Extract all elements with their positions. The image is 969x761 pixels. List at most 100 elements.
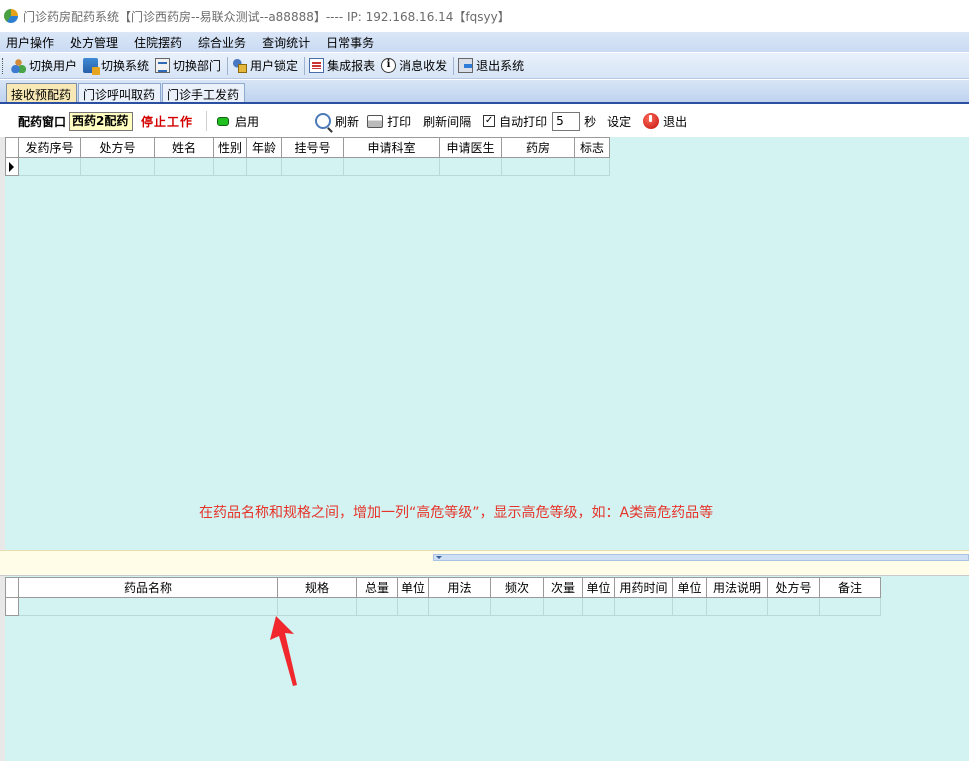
exit-label: 退出 <box>663 114 688 129</box>
print-button[interactable]: 打印 <box>367 113 411 130</box>
exit-door-icon <box>458 58 474 73</box>
col-remark[interactable]: 备注 <box>819 577 881 598</box>
col-dose-unit[interactable]: 单位 <box>582 577 615 598</box>
table-cell[interactable] <box>614 597 673 616</box>
panel-splitter[interactable] <box>0 550 969 576</box>
tab-manual-dispense[interactable]: 门诊手工发药 <box>162 83 246 102</box>
menu-prescription[interactable]: 处方管理 <box>70 34 118 51</box>
tab-strip: 接收预配药 门诊呼叫取药 门诊手工发药 <box>0 80 969 104</box>
table-cell[interactable] <box>574 157 610 176</box>
table-cell[interactable] <box>819 597 881 616</box>
menu-user-ops[interactable]: 用户操作 <box>6 34 54 51</box>
prescription-grid: 发药序号 处方号 姓名 性别 年龄 挂号号 申请科室 申请医生 药房 标志 <box>5 137 610 176</box>
toolbar-grip[interactable] <box>2 57 5 74</box>
splitter-handle[interactable] <box>433 554 969 561</box>
table-cell[interactable] <box>397 597 429 616</box>
table-cell[interactable] <box>277 597 357 616</box>
enable-button[interactable]: 启用 <box>217 113 259 130</box>
refresh-button[interactable]: 刷新 <box>315 113 359 130</box>
col-usage[interactable]: 用法 <box>428 577 491 598</box>
col-doctor[interactable]: 申请医生 <box>439 137 502 158</box>
switch-dept-button[interactable]: 切换部门 <box>155 57 221 74</box>
menu-inpatient[interactable]: 住院摆药 <box>134 34 182 51</box>
window-title: 门诊药房配药系统【门诊西药房--易联众测试--a88888】---- IP: 1… <box>23 9 510 24</box>
exit-system-button[interactable]: 退出系统 <box>458 57 524 74</box>
col-age[interactable]: 年龄 <box>246 137 282 158</box>
table-cell[interactable] <box>706 597 768 616</box>
table-cell[interactable] <box>356 597 398 616</box>
menu-daily[interactable]: 日常事务 <box>326 34 374 51</box>
toolbar-divider <box>227 56 229 75</box>
window-label: 配药窗口 <box>18 114 67 129</box>
menu-query[interactable]: 查询统计 <box>262 34 310 51</box>
users-icon <box>11 58 26 73</box>
seconds-input[interactable]: 5 <box>552 111 581 131</box>
col-spec[interactable]: 规格 <box>277 577 357 598</box>
table-cell[interactable] <box>490 597 544 616</box>
table-row[interactable] <box>5 157 610 176</box>
table-cell[interactable] <box>18 597 278 616</box>
toolbar-divider <box>453 56 455 75</box>
col-department[interactable]: 申请科室 <box>343 137 440 158</box>
lock-user-button[interactable]: 用户锁定 <box>232 57 298 74</box>
app-logo-icon <box>4 9 18 23</box>
switch-system-button[interactable]: 切换系统 <box>83 57 149 75</box>
col-frequency[interactable]: 频次 <box>490 577 544 598</box>
annotation-arrow-icon <box>270 616 297 686</box>
col-use-time[interactable]: 用药时间 <box>614 577 673 598</box>
col-dose[interactable]: 次量 <box>543 577 583 598</box>
auto-print-checkbox[interactable]: ✓ 自动打印 <box>483 113 547 130</box>
exit-system-label: 退出系统 <box>476 59 525 73</box>
table-cell[interactable] <box>501 157 575 176</box>
col-total[interactable]: 总量 <box>356 577 398 598</box>
col-pharmacy[interactable]: 药房 <box>501 137 575 158</box>
table-cell[interactable] <box>672 597 707 616</box>
table-cell[interactable] <box>154 157 214 176</box>
col-registration-no[interactable]: 挂号号 <box>281 137 344 158</box>
table-cell[interactable] <box>18 157 81 176</box>
switch-user-label: 切换用户 <box>29 59 78 73</box>
current-row-arrow-icon <box>9 162 14 172</box>
print-label: 打印 <box>387 114 412 129</box>
refresh-magnifier-icon <box>315 113 332 129</box>
user-lock-icon <box>232 58 248 73</box>
table-cell[interactable] <box>281 157 344 176</box>
table-cell[interactable] <box>543 597 583 616</box>
tab-call-pickup[interactable]: 门诊呼叫取药 <box>78 83 162 102</box>
dispense-window-field[interactable]: 西药2配药 <box>69 111 134 131</box>
col-dispense-seq[interactable]: 发药序号 <box>18 137 81 158</box>
table-cell[interactable] <box>428 597 491 616</box>
row-selector[interactable] <box>5 597 19 616</box>
enable-label: 启用 <box>235 114 260 129</box>
messages-button[interactable]: i 消息收发 <box>381 57 447 74</box>
table-cell[interactable] <box>582 597 615 616</box>
col-prescription-no[interactable]: 处方号 <box>767 577 820 598</box>
table-row[interactable] <box>5 597 881 616</box>
table-cell[interactable] <box>213 157 247 176</box>
col-name[interactable]: 姓名 <box>154 137 214 158</box>
col-unit[interactable]: 单位 <box>397 577 429 598</box>
col-time-unit[interactable]: 单位 <box>672 577 707 598</box>
row-header-corner <box>5 577 19 598</box>
col-usage-note[interactable]: 用法说明 <box>706 577 768 598</box>
switch-user-button[interactable]: 切换用户 <box>11 57 77 74</box>
col-flag[interactable]: 标志 <box>574 137 610 158</box>
row-selector[interactable] <box>5 157 19 176</box>
lock-user-label: 用户锁定 <box>250 59 299 73</box>
stop-work-button[interactable]: 停止工作 <box>141 113 193 130</box>
col-prescription-no[interactable]: 处方号 <box>80 137 155 158</box>
col-sex[interactable]: 性别 <box>213 137 247 158</box>
printer-icon <box>367 114 384 128</box>
menu-general[interactable]: 综合业务 <box>198 34 246 51</box>
set-button[interactable]: 设定 <box>607 113 631 130</box>
table-cell[interactable] <box>439 157 502 176</box>
col-drug-name[interactable]: 药品名称 <box>18 577 278 598</box>
table-cell[interactable] <box>246 157 282 176</box>
table-cell[interactable] <box>767 597 820 616</box>
status-led-icon <box>217 116 230 126</box>
tab-receive-predispense[interactable]: 接收预配药 <box>6 83 78 102</box>
report-button[interactable]: 集成报表 <box>309 57 375 74</box>
exit-button[interactable]: 退出 <box>643 113 687 130</box>
table-cell[interactable] <box>343 157 440 176</box>
table-cell[interactable] <box>80 157 155 176</box>
